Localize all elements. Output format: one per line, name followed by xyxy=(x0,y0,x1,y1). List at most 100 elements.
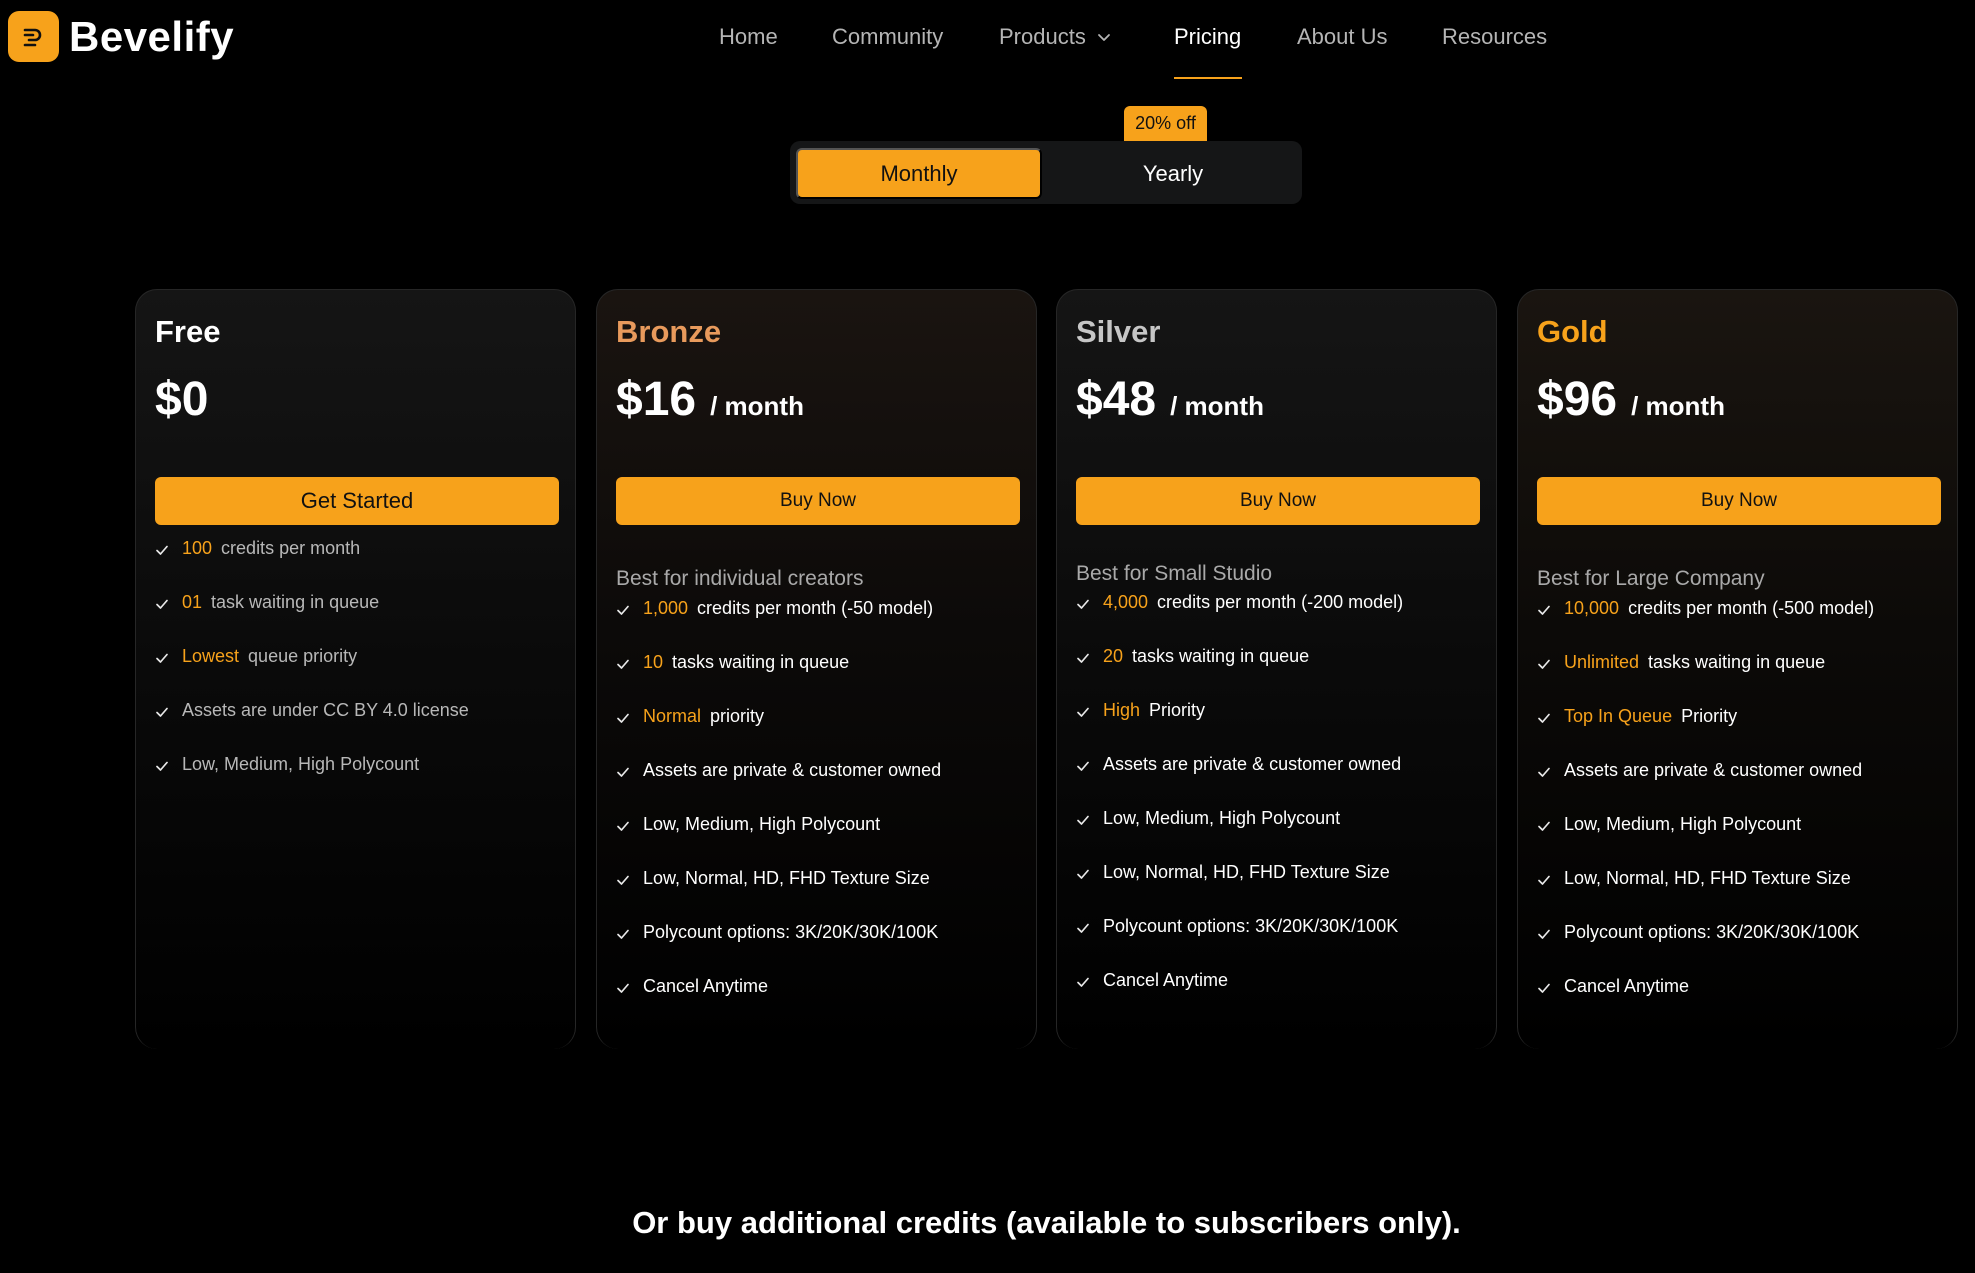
check-icon xyxy=(616,925,630,939)
feature-item: Low, Medium, High Polycount xyxy=(155,737,469,791)
discount-badge: 20% off xyxy=(1124,106,1207,141)
feature-text: Assets are private & customer owned xyxy=(643,759,942,780)
billing-toggle: Monthly Yearly xyxy=(790,141,1302,204)
plan-price: $0 xyxy=(155,372,222,427)
nav-active-underline xyxy=(1174,77,1242,79)
check-icon xyxy=(1076,811,1090,825)
feature-highlight: 1,000 xyxy=(643,597,689,618)
feature-text: Assets are under CC BY 4.0 license xyxy=(182,699,469,720)
check-icon xyxy=(155,649,169,663)
feature-item: Assets are private & customer owned xyxy=(1076,737,1403,791)
plan-name: Silver xyxy=(1076,314,1161,349)
feature-item: Unlimited tasks waiting in queue xyxy=(1537,635,1874,689)
check-icon xyxy=(616,871,630,885)
check-icon xyxy=(616,655,630,669)
check-icon xyxy=(616,817,630,831)
feature-text: Low, Medium, High Polycount xyxy=(1564,813,1802,834)
check-icon xyxy=(1537,817,1551,831)
check-icon xyxy=(1076,595,1090,609)
check-icon xyxy=(155,703,169,717)
feature-item: Lowest queue priority xyxy=(155,629,469,683)
feature-text: Cancel Anytime xyxy=(643,975,769,996)
feature-text: Polycount options: 3K/20K/30K/100K xyxy=(1564,921,1860,942)
feature-text: Priority xyxy=(1681,705,1738,726)
price-period: / month xyxy=(710,391,804,421)
feature-item: Cancel Anytime xyxy=(1537,959,1874,1013)
check-icon xyxy=(1537,601,1551,615)
plan-price: $48 / month xyxy=(1076,372,1264,427)
feature-text: Low, Medium, High Polycount xyxy=(643,813,881,834)
feature-item: High Priority xyxy=(1076,683,1403,737)
feature-text: Low, Normal, HD, FHD Texture Size xyxy=(1103,861,1390,882)
feature-highlight: Normal xyxy=(643,705,702,726)
feature-highlight: Lowest xyxy=(182,645,240,666)
nav-about-us[interactable]: About Us xyxy=(1297,24,1388,50)
nav-resources[interactable]: Resources xyxy=(1442,24,1547,50)
feature-list: 4,000 credits per month (-200 model) 20 … xyxy=(1076,575,1403,1007)
check-icon xyxy=(616,601,630,615)
check-icon xyxy=(1537,655,1551,669)
check-icon xyxy=(1537,979,1551,993)
get-started-button[interactable]: Get Started xyxy=(155,477,559,525)
top-nav: Home Community Products Pricing About Us… xyxy=(0,0,1975,80)
feature-list: 100 credits per month 01 task waiting in… xyxy=(155,521,469,791)
check-icon xyxy=(1537,709,1551,723)
additional-credits-heading: Or buy additional credits (available to … xyxy=(632,1205,1461,1240)
feature-highlight: 10,000 xyxy=(1564,597,1620,618)
feature-text: credits per month (-200 model) xyxy=(1157,591,1404,612)
feature-item: 10 tasks waiting in queue xyxy=(616,635,941,689)
feature-item: Low, Medium, High Polycount xyxy=(616,797,941,851)
feature-highlight: High xyxy=(1103,699,1141,720)
price-period: / month xyxy=(1170,391,1264,421)
feature-highlight: Unlimited xyxy=(1564,651,1640,672)
feature-text: Priority xyxy=(1149,699,1206,720)
check-icon xyxy=(155,541,169,555)
buy-now-button[interactable]: Buy Now xyxy=(1076,477,1480,525)
nav-home[interactable]: Home xyxy=(719,24,778,50)
feature-list: 10,000 credits per month (-500 model) Un… xyxy=(1537,581,1874,1013)
feature-text: Assets are private & customer owned xyxy=(1564,759,1863,780)
check-icon xyxy=(1537,871,1551,885)
feature-text: tasks waiting in queue xyxy=(1132,645,1310,666)
feature-text: credits per month (-500 model) xyxy=(1628,597,1875,618)
billing-yearly-button[interactable]: Yearly xyxy=(1050,148,1296,199)
feature-text: Polycount options: 3K/20K/30K/100K xyxy=(643,921,939,942)
feature-text: Low, Medium, High Polycount xyxy=(182,753,420,774)
feature-item: Low, Normal, HD, FHD Texture Size xyxy=(1076,845,1403,899)
nav-pricing[interactable]: Pricing xyxy=(1174,24,1241,50)
feature-item: Assets are under CC BY 4.0 license xyxy=(155,683,469,737)
feature-item: Polycount options: 3K/20K/30K/100K xyxy=(1076,899,1403,953)
nav-products[interactable]: Products xyxy=(999,24,1112,50)
feature-item: Assets are private & customer owned xyxy=(1537,743,1874,797)
check-icon xyxy=(155,757,169,771)
feature-item: Cancel Anytime xyxy=(616,959,941,1013)
feature-item: 01 task waiting in queue xyxy=(155,575,469,629)
chevron-down-icon xyxy=(1097,34,1110,41)
feature-text: Polycount options: 3K/20K/30K/100K xyxy=(1103,915,1399,936)
feature-highlight: Top In Queue xyxy=(1564,705,1673,726)
feature-item: Assets are private & customer owned xyxy=(616,743,941,797)
plan-name: Free xyxy=(155,314,221,349)
plan-price: $96 / month xyxy=(1537,372,1725,427)
check-icon xyxy=(1076,649,1090,663)
check-icon xyxy=(616,979,630,993)
check-icon xyxy=(1076,865,1090,879)
feature-text: Low, Normal, HD, FHD Texture Size xyxy=(643,867,930,888)
check-icon xyxy=(616,709,630,723)
buy-now-button[interactable]: Buy Now xyxy=(1537,477,1941,525)
check-icon xyxy=(1076,919,1090,933)
feature-highlight: 100 xyxy=(182,537,213,558)
price-amount: $0 xyxy=(155,373,209,426)
check-icon xyxy=(1537,925,1551,939)
feature-item: Polycount options: 3K/20K/30K/100K xyxy=(1537,905,1874,959)
billing-monthly-button[interactable]: Monthly xyxy=(796,148,1042,199)
check-icon xyxy=(155,595,169,609)
check-icon xyxy=(1076,757,1090,771)
nav-community[interactable]: Community xyxy=(832,24,943,50)
feature-item: Low, Normal, HD, FHD Texture Size xyxy=(616,851,941,905)
feature-item: 1,000 credits per month (-50 model) xyxy=(616,581,941,635)
price-period: / month xyxy=(1631,391,1725,421)
plan-name: Bronze xyxy=(616,314,722,349)
feature-item: Low, Normal, HD, FHD Texture Size xyxy=(1537,851,1874,905)
buy-now-button[interactable]: Buy Now xyxy=(616,477,1020,525)
